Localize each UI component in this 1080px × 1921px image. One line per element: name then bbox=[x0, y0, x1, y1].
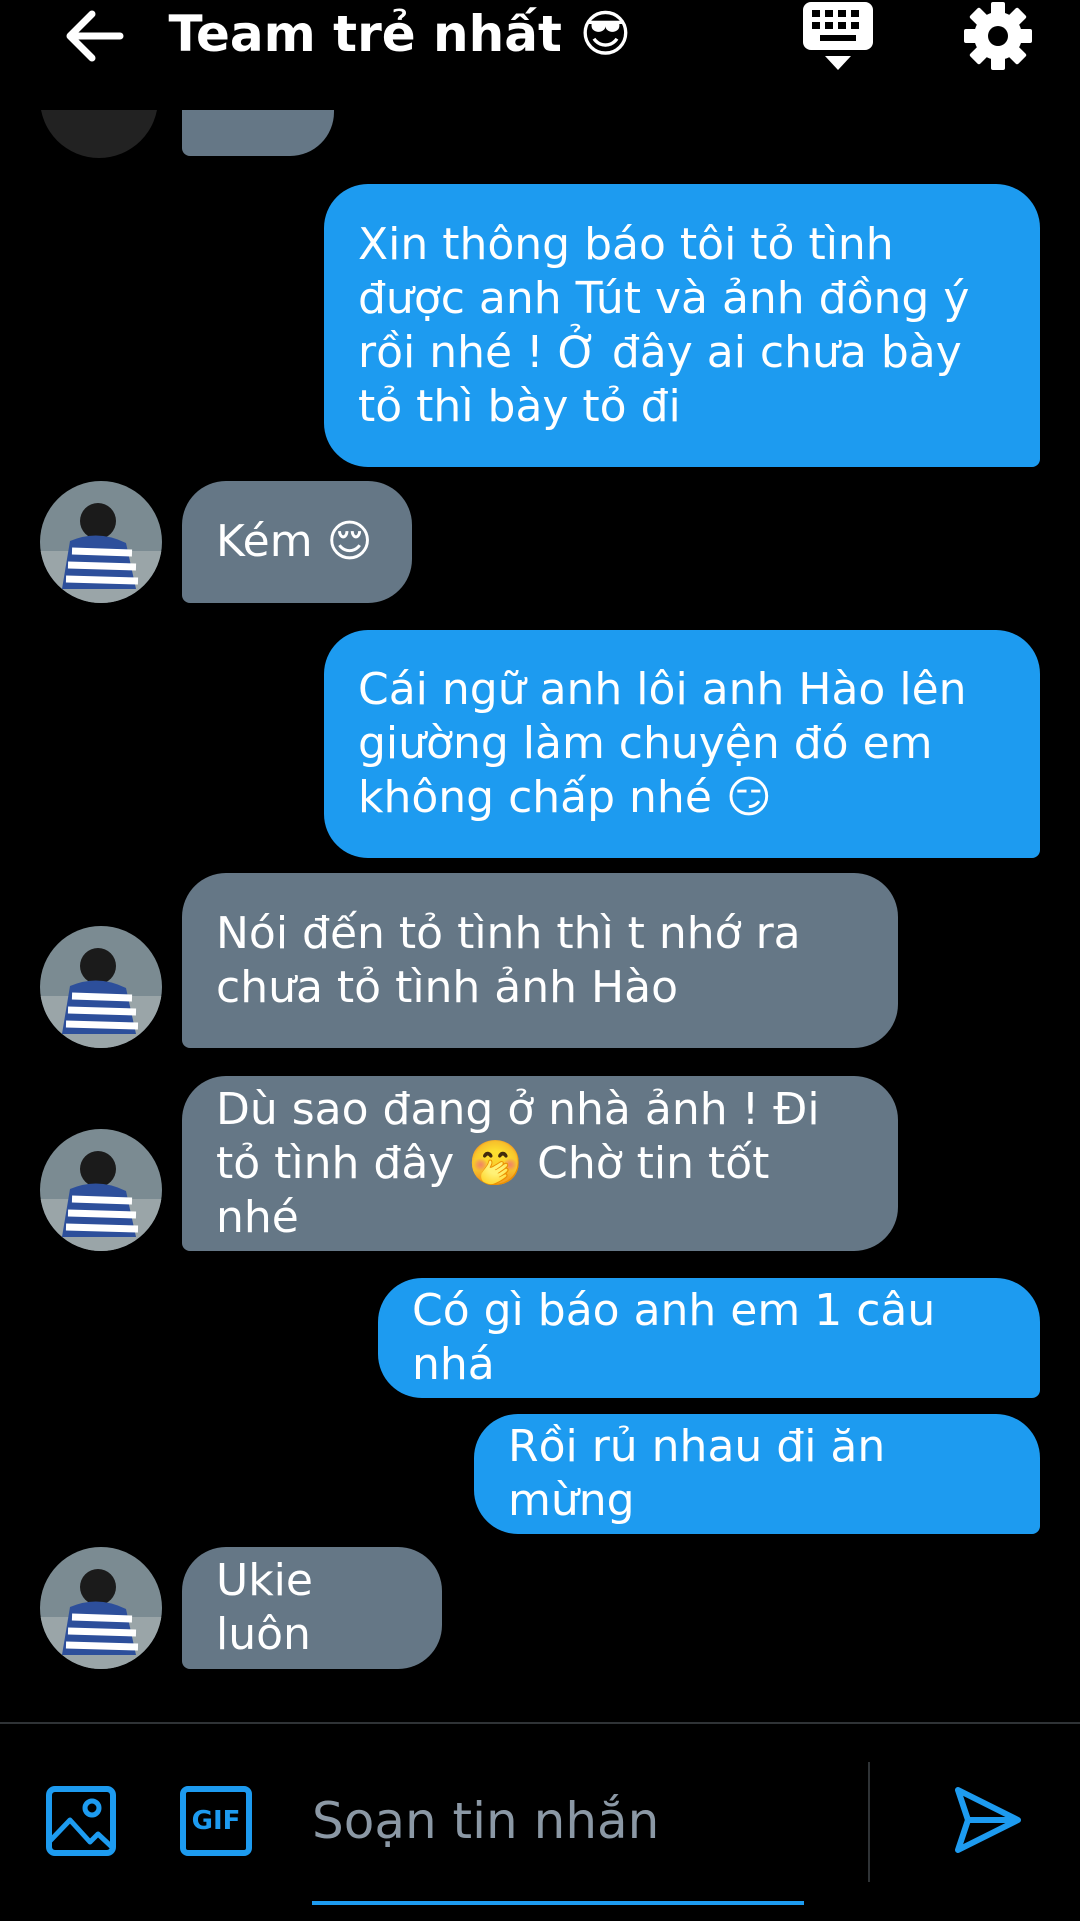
message-text: Rồi rủ nhau đi ăn mừng bbox=[508, 1421, 886, 1526]
message-bubble-outgoing[interactable]: Cái ngữ anh lôi anh Hào lên giường làm c… bbox=[324, 630, 1040, 858]
message-text: Cái ngữ anh lôi anh Hào lên giường làm c… bbox=[358, 664, 967, 823]
message-text: Kém bbox=[216, 516, 313, 567]
message-input[interactable]: Soạn tin nhắn bbox=[312, 1792, 659, 1850]
composer-divider bbox=[868, 1762, 870, 1882]
input-underline bbox=[312, 1901, 804, 1905]
sunglasses-emoji: 😎 bbox=[579, 5, 632, 63]
message-list[interactable]: Xin thông báo tôi tỏ tình được anh Tút v… bbox=[0, 0, 1080, 1720]
message-text: Xin thông báo tôi tỏ tình được anh Tút v… bbox=[358, 218, 970, 432]
avatar[interactable] bbox=[40, 481, 162, 603]
send-icon[interactable] bbox=[952, 1784, 1024, 1856]
chat-header: Team trẻ nhất 😎 bbox=[0, 0, 1080, 110]
message-composer: GIF Soạn tin nhắn bbox=[0, 1722, 1080, 1921]
hand-over-mouth-emoji: 🤭 bbox=[468, 1137, 524, 1189]
message-text: Có gì báo anh em 1 câu nhá bbox=[412, 1285, 936, 1390]
message-bubble-incoming[interactable]: Ukie luôn bbox=[182, 1547, 442, 1669]
gif-label: GIF bbox=[191, 1806, 241, 1836]
message-bubble-outgoing[interactable]: Có gì báo anh em 1 câu nhá bbox=[378, 1278, 1040, 1398]
image-icon[interactable] bbox=[46, 1786, 116, 1856]
avatar[interactable] bbox=[40, 926, 162, 1048]
avatar[interactable] bbox=[40, 1129, 162, 1251]
message-bubble-outgoing[interactable]: Xin thông báo tôi tỏ tình được anh Tút v… bbox=[324, 184, 1040, 467]
message-text: Nói đến tỏ tình thì t nhớ ra chưa tỏ tìn… bbox=[216, 907, 801, 1013]
relieved-face-emoji: 😌 bbox=[326, 516, 373, 567]
chat-title-text: Team trẻ nhất bbox=[168, 5, 562, 63]
chat-title[interactable]: Team trẻ nhất 😎 bbox=[0, 2, 800, 66]
message-bubble-incoming[interactable]: Nói đến tỏ tình thì t nhớ ra chưa tỏ tìn… bbox=[182, 873, 898, 1048]
gear-icon[interactable] bbox=[962, 0, 1034, 72]
message-bubble-incoming[interactable]: Dù sao đang ở nhà ảnh ! Đi tỏ tình đây 🤭… bbox=[182, 1076, 898, 1251]
message-text: Ukie luôn bbox=[216, 1555, 313, 1660]
message-bubble-incoming[interactable]: Kém 😌 bbox=[182, 481, 412, 603]
avatar[interactable] bbox=[40, 1547, 162, 1669]
message-bubble-outgoing[interactable]: Rồi rủ nhau đi ăn mừng bbox=[474, 1414, 1040, 1534]
gif-button[interactable]: GIF bbox=[180, 1786, 252, 1856]
keyboard-icon[interactable] bbox=[800, 0, 876, 74]
smirking-face-emoji: 😏 bbox=[725, 772, 772, 823]
message-input-placeholder: Soạn tin nhắn bbox=[312, 1792, 660, 1850]
